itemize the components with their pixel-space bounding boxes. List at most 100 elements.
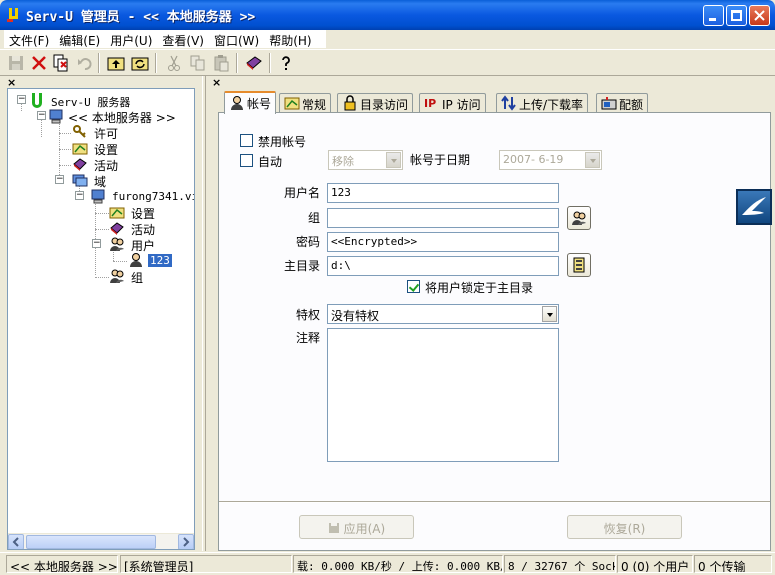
bird-icon xyxy=(742,197,766,215)
maximize-icon xyxy=(731,10,742,21)
status-bar: << 本地服务器 >> [系统管理员] 载: 0.000 KB/秒 / 上传: … xyxy=(0,552,775,575)
group-label: 组 xyxy=(308,211,321,225)
activity-icon xyxy=(110,222,124,235)
folder-browse-icon xyxy=(573,257,585,273)
notes-label: 注释 xyxy=(296,331,321,345)
password-label: 密码 xyxy=(296,235,321,249)
toolbar-separator xyxy=(155,53,157,73)
notes-textarea[interactable] xyxy=(327,328,559,462)
expire-date-picker[interactable]: 2007- 6-19 xyxy=(499,150,602,170)
ratio-icon xyxy=(501,95,516,111)
restore-button[interactable]: 恢复(R) xyxy=(567,515,682,539)
password-input[interactable]: <<Encrypted>> xyxy=(327,232,559,252)
chevron-down-icon[interactable] xyxy=(386,152,401,168)
browse-directory-button[interactable] xyxy=(567,253,591,277)
tree-expander-local[interactable]: − xyxy=(37,111,46,120)
general-icon xyxy=(284,97,300,110)
group-input[interactable] xyxy=(327,208,559,228)
tab-ip-access[interactable]: IP IP 访问 xyxy=(419,93,486,112)
server-tree: − Serv-U 服务器 − << 本地服务器 >> 许可 设置 活动 − 域 … xyxy=(7,88,195,550)
tree-horizontal-scrollbar[interactable] xyxy=(8,533,194,549)
menu-help[interactable]: 帮助(H) xyxy=(264,30,316,48)
status-transfer-rates: 载: 0.000 KB/秒 / 上传: 0.000 KB/秒 xyxy=(293,555,503,573)
tab-account[interactable]: 帐号 xyxy=(224,91,277,114)
undo-icon[interactable] xyxy=(76,54,94,72)
chevron-down-icon[interactable] xyxy=(542,306,557,322)
pane-splitter[interactable] xyxy=(202,76,206,551)
privilege-select[interactable]: 没有特权 xyxy=(327,304,559,324)
window-title: Serv-U 管理员 - << 本地服务器 >> xyxy=(26,10,256,25)
tab-ratio[interactable]: 上传/下载率 xyxy=(496,93,589,112)
users-icon xyxy=(110,237,124,251)
activity-icon xyxy=(73,158,87,171)
privilege-label: 特权 xyxy=(296,308,321,322)
computer-icon xyxy=(91,189,105,204)
tree-expander-domain[interactable]: − xyxy=(75,191,84,200)
chevron-right-icon xyxy=(183,537,190,547)
menu-bar: 文件(F) 编辑(E) 用户(U) 查看(V) 窗口(W) 帮助(H) xyxy=(0,30,775,48)
tree-expander-domains[interactable]: − xyxy=(55,175,64,184)
status-server: << 本地服务器 >> xyxy=(6,555,118,573)
paste-icon[interactable] xyxy=(212,54,230,72)
copy-icon[interactable] xyxy=(52,54,70,72)
menu-view[interactable]: 查看(V) xyxy=(157,30,209,48)
tree-expander-root[interactable]: − xyxy=(17,95,26,104)
menu-user[interactable]: 用户(U) xyxy=(105,30,157,48)
title-bar[interactable]: Serv-U 管理员 - << 本地服务器 >> xyxy=(0,0,775,30)
auto-checkbox[interactable] xyxy=(240,154,253,167)
delete-icon[interactable] xyxy=(30,54,48,72)
auto-action-select[interactable]: 移除 xyxy=(328,150,403,170)
lock-home-label: 将用户锁定于主目录 xyxy=(425,281,534,295)
scroll-thumb[interactable] xyxy=(26,535,156,549)
select-group-button[interactable] xyxy=(567,206,591,230)
tab-general[interactable]: 常规 xyxy=(279,93,332,112)
servu-app-icon xyxy=(7,8,18,22)
panel-divider xyxy=(219,501,770,503)
save-icon xyxy=(328,523,339,533)
tree-pane-close-icon[interactable]: × xyxy=(7,77,17,88)
up-folder-icon[interactable] xyxy=(107,54,125,72)
menu-edit[interactable]: 编辑(E) xyxy=(54,30,105,48)
expire-date-label: 帐号于日期 xyxy=(410,153,471,167)
scroll-left-button[interactable] xyxy=(8,534,24,549)
disable-account-label: 禁用帐号 xyxy=(258,135,307,149)
side-panel-toggle[interactable] xyxy=(736,189,772,225)
detail-pane-close-icon[interactable]: × xyxy=(212,77,222,88)
menu-file[interactable]: 文件(F) xyxy=(4,30,54,48)
tab-directory-access[interactable]: 目录访问 xyxy=(337,93,414,112)
apply-button[interactable]: 应用(A) xyxy=(299,515,414,539)
svg-text:IP: IP xyxy=(424,97,436,110)
account-icon xyxy=(231,96,243,110)
help-icon[interactable] xyxy=(277,54,295,72)
scroll-right-button[interactable] xyxy=(178,534,194,549)
minimize-icon xyxy=(709,18,716,21)
auto-label: 自动 xyxy=(258,155,283,169)
close-button[interactable] xyxy=(749,5,770,26)
toolbar xyxy=(0,49,775,76)
groups-icon xyxy=(572,211,586,225)
status-role: [系统管理员] xyxy=(120,555,292,573)
book-icon[interactable] xyxy=(245,54,263,72)
paste-copy-icon[interactable] xyxy=(189,54,207,72)
user-icon xyxy=(130,253,142,267)
cut-icon[interactable] xyxy=(165,54,183,72)
maximize-button[interactable] xyxy=(726,5,747,26)
home-directory-label: 主目录 xyxy=(284,259,321,273)
username-input[interactable]: 123 xyxy=(327,183,559,203)
home-directory-input[interactable]: d:\ xyxy=(327,256,559,276)
menu-window[interactable]: 窗口(W) xyxy=(209,30,264,48)
disable-account-checkbox[interactable] xyxy=(240,134,253,147)
chevron-left-icon xyxy=(12,537,19,547)
save-icon[interactable] xyxy=(7,54,25,72)
close-icon xyxy=(754,10,765,21)
account-tab-panel: 禁用帐号 自动 移除 帐号于日期 2007- 6-19 用户名 123 组 密码… xyxy=(218,112,771,551)
settings-icon xyxy=(109,207,125,219)
tree-expander-users[interactable]: − xyxy=(92,239,101,248)
tab-quota[interactable]: 配额 xyxy=(596,93,649,112)
refresh-icon[interactable] xyxy=(131,54,149,72)
minimize-button[interactable] xyxy=(703,5,724,26)
toolbar-separator xyxy=(236,53,238,73)
lock-home-checkbox[interactable] xyxy=(407,280,420,293)
chevron-down-icon[interactable] xyxy=(585,152,600,168)
computer-icon xyxy=(49,109,63,124)
